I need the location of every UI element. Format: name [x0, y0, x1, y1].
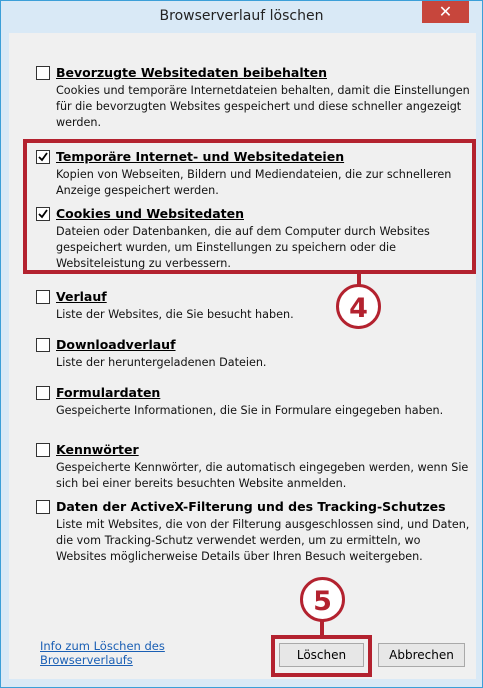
option-description: Gespeicherte Kennwörter, die automatisch… [56, 461, 469, 490]
dialog-title: Browserverlauf löschen [159, 8, 324, 24]
checkbox-preserve-favorites[interactable] [36, 66, 50, 80]
step-badge-5: 5 [300, 577, 345, 622]
checkbox-activex-tracking[interactable] [36, 500, 50, 514]
option-label[interactable]: Bevorzugte Websitedaten beibehalten [56, 65, 327, 80]
dialog-content: Bevorzugte Websitedaten beibehalten Cook… [9, 33, 476, 679]
option-label[interactable]: Kennwörter [56, 442, 139, 457]
info-link-line2: Browserverlaufs [40, 653, 133, 667]
option-description: Liste der Websites, die Sie besucht habe… [56, 308, 294, 321]
highlight-box-4 [23, 139, 476, 274]
option-label[interactable]: Formulardaten [56, 385, 160, 400]
dialog-window: Browserverlauf löschen ✕ Bevorzugte Webs… [0, 0, 483, 688]
info-link[interactable]: Info zum Löschen des Browserverlaufs [40, 639, 200, 667]
option-description: Gespeicherte Informationen, die Sie in F… [56, 404, 444, 417]
step-badge-4: 4 [336, 284, 381, 329]
option-label[interactable]: Daten der ActiveX-Filterung und des Trac… [56, 499, 446, 514]
highlight-box-5 [271, 635, 372, 677]
option-description: Cookies und temporäre Internetdateien be… [56, 84, 470, 129]
title-bar: Browserverlauf löschen ✕ [1, 1, 482, 32]
checkbox-form-data[interactable] [36, 386, 50, 400]
option-label[interactable]: Downloadverlauf [56, 337, 176, 352]
option-description: Liste mit Websites, die von der Filterun… [56, 518, 470, 563]
close-button[interactable]: ✕ [422, 1, 469, 23]
cancel-button[interactable]: Abbrechen [378, 643, 465, 667]
checkbox-passwords[interactable] [36, 443, 50, 457]
checkbox-history[interactable] [36, 290, 50, 304]
annotation-connector-5 [320, 621, 324, 636]
option-description: Liste der heruntergeladenen Dateien. [56, 356, 267, 369]
checkbox-download-history[interactable] [36, 338, 50, 352]
option-label[interactable]: Verlauf [56, 289, 107, 304]
info-link-line1: Info zum Löschen des [40, 639, 165, 653]
